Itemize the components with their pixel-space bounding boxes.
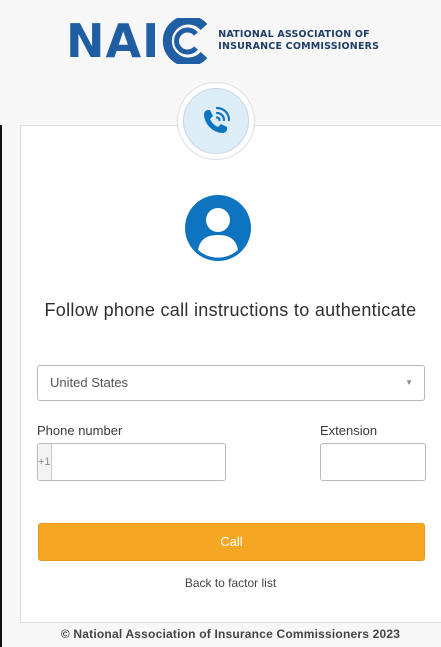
phone-call-icon (204, 106, 231, 133)
user-avatar-icon (185, 195, 251, 261)
extension-input[interactable] (320, 443, 426, 481)
factor-badge (177, 82, 255, 160)
call-button[interactable]: Call (38, 523, 425, 561)
logo-c-mark-icon (163, 18, 208, 64)
chevron-down-icon: ▼ (405, 378, 413, 387)
phone-number-label: Phone number (37, 423, 123, 438)
phone-number-input[interactable] (51, 444, 225, 480)
logo-text: NATIONAL ASSOCIATION OF INSURANCE COMMIS… (218, 29, 379, 53)
country-select[interactable]: United States ▼ (37, 365, 425, 401)
logo-text-line2: INSURANCE COMMISSIONERS (218, 41, 380, 52)
country-code-prefix: +1 (38, 444, 52, 480)
naic-logo: NAI NATIONAL ASSOCIATION OF INSURANCE CO… (66, 18, 379, 64)
extension-label: Extension (320, 423, 378, 438)
logo-text-line1: NATIONAL ASSOCIATION OF (218, 29, 370, 40)
country-select-value: United States (50, 375, 129, 390)
footer-copyright: © National Association of Insurance Comm… (20, 622, 441, 647)
back-to-factor-list-link[interactable]: Back to factor list (20, 576, 441, 590)
logo-letters: NAI (66, 14, 161, 68)
page-title: Follow phone call instructions to authen… (44, 300, 417, 320)
phone-number-group: +1 (37, 443, 226, 481)
